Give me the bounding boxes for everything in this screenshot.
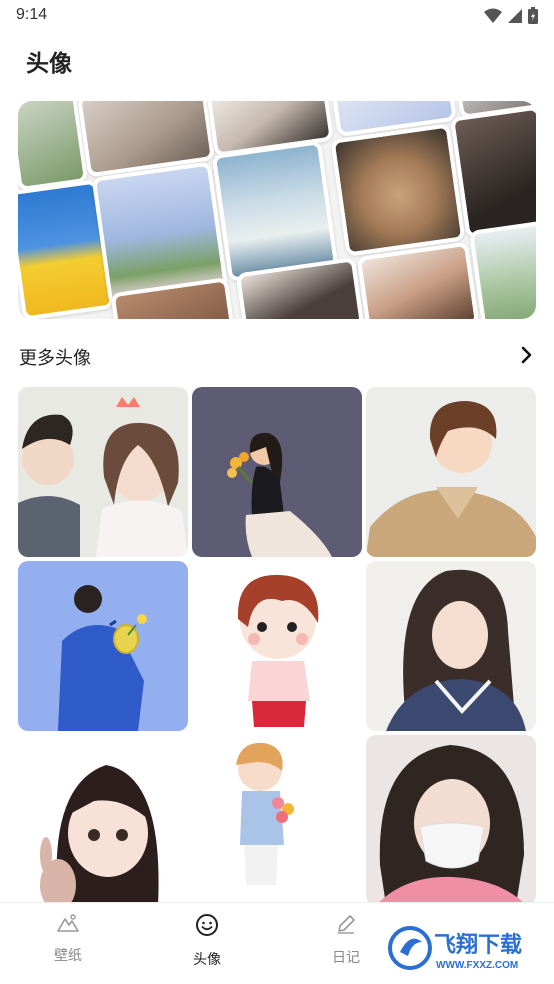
avatar-card[interactable]	[192, 561, 362, 731]
watermark-url: WWW.FXXZ.COM	[436, 960, 518, 971]
status-icons	[484, 7, 538, 24]
avatar-card[interactable]	[366, 735, 536, 905]
watermark-text: 飞翔下载	[434, 932, 522, 958]
section-title: 更多头像	[19, 348, 91, 369]
signal-icon	[508, 8, 522, 23]
collage-tile	[356, 241, 480, 319]
collage-tile	[330, 123, 466, 257]
page-title: 头像	[26, 51, 72, 77]
chibi-girl-bunny-illustration	[40, 765, 159, 905]
pencil-icon	[338, 915, 355, 934]
boy-blue-shirt-illustration	[58, 585, 147, 731]
girl-mask-illustration	[376, 745, 526, 905]
girl-flowers-illustration	[227, 432, 332, 557]
nav-label-diary: 日记	[332, 950, 360, 966]
avatar-card[interactable]	[18, 735, 188, 905]
boy-coat-illustration	[366, 401, 536, 557]
nav-label-wallpaper: 壁纸	[54, 948, 82, 964]
wifi-icon	[484, 8, 502, 23]
status-time: 9:14	[16, 6, 48, 23]
collage-tile	[449, 105, 536, 239]
avatar-card[interactable]	[18, 387, 188, 557]
status-bar: 9:14	[0, 0, 554, 32]
nav-label-avatar: 头像	[193, 952, 221, 968]
avatar-card[interactable]	[192, 387, 362, 557]
chevron-right-icon[interactable]	[521, 346, 533, 364]
avatar-collage-banner[interactable]	[18, 101, 536, 319]
nav-item-wallpaper[interactable]: 壁纸	[28, 913, 108, 965]
nav-item-avatar[interactable]: 头像	[167, 913, 247, 969]
collage-tile	[468, 219, 536, 319]
watermark-graphic: 飞翔下载 WWW.FXXZ.COM	[386, 922, 542, 974]
avatar-card[interactable]	[18, 561, 188, 731]
girl-sailor-illustration	[386, 569, 526, 731]
more-avatars-header[interactable]: 更多头像	[19, 342, 535, 372]
chibi-boy-bouquet-illustration	[236, 742, 294, 885]
battery-icon	[528, 7, 538, 24]
collage-tile	[18, 101, 89, 192]
couple-illustration	[18, 397, 188, 557]
avatar-card[interactable]	[192, 735, 362, 905]
avatar-card[interactable]	[366, 561, 536, 731]
chibi-boy-illustration	[237, 574, 319, 727]
watermark-logo: 飞翔下载 WWW.FXXZ.COM	[386, 922, 542, 974]
mountain-icon	[57, 914, 79, 932]
avatar-card[interactable]	[366, 387, 536, 557]
smiley-icon	[196, 914, 218, 936]
nav-item-diary[interactable]: 日记	[306, 913, 386, 967]
collage-tile	[211, 139, 339, 283]
